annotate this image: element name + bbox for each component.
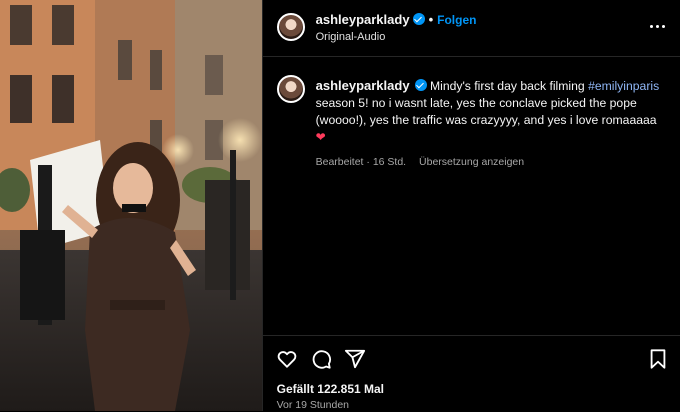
post-viewer: ashleyparklady • Folgen Original-Audio ash… <box>0 0 680 411</box>
post-age: Vor 19 Stunden <box>276 399 350 411</box>
caption-body: ashleyparklady Mindy's first day back fi… <box>316 77 666 171</box>
like-count[interactable]: Gefällt 122.851 Mal <box>277 382 384 396</box>
author-username[interactable]: ashleyparklady <box>316 12 410 27</box>
header-author: ashleyparklady • Folgen <box>316 12 477 27</box>
edited-label: Bearbeitet <box>315 156 364 168</box>
meta-separator: · <box>366 156 370 168</box>
translate-link[interactable]: Übersetzung anzeigen <box>419 156 524 168</box>
hashtag-link[interactable]: #emilyinparis <box>588 79 659 93</box>
caption-text-start: Mindy's first day back filming <box>429 79 589 93</box>
caption-meta: Bearbeitet · 16 Std. Übersetzung anzeige… <box>316 154 666 171</box>
bookmark-icon[interactable] <box>647 348 669 370</box>
original-audio-link[interactable]: Original-Audio <box>316 31 386 43</box>
caption-text-end: season 5! no i wasnt late, yes the concl… <box>315 96 657 127</box>
verified-badge-icon <box>412 13 425 25</box>
caption-username[interactable]: ashleyparklady <box>316 78 410 93</box>
post-details-panel: ashleyparklady • Folgen Original-Audio ash… <box>261 0 680 412</box>
more-options-icon[interactable] <box>649 18 667 34</box>
post-time: 16 Std. <box>372 156 407 168</box>
follow-button[interactable]: Folgen <box>437 13 476 27</box>
post-video[interactable] <box>0 0 262 411</box>
heart-icon[interactable] <box>276 348 298 370</box>
share-icon[interactable] <box>344 348 366 370</box>
caption-avatar[interactable] <box>276 75 305 103</box>
comment-icon[interactable] <box>310 348 332 370</box>
action-bar: Gefällt 122.851 Mal Vor 19 Stunden <box>262 335 680 412</box>
post-header: ashleyparklady • Folgen Original-Audio <box>262 0 680 57</box>
heart-emoji: ❤ <box>315 130 326 144</box>
avatar[interactable] <box>276 13 305 41</box>
header-separator: • <box>428 12 434 27</box>
verified-badge-icon <box>414 79 427 91</box>
video-frame-illustration <box>0 0 262 411</box>
